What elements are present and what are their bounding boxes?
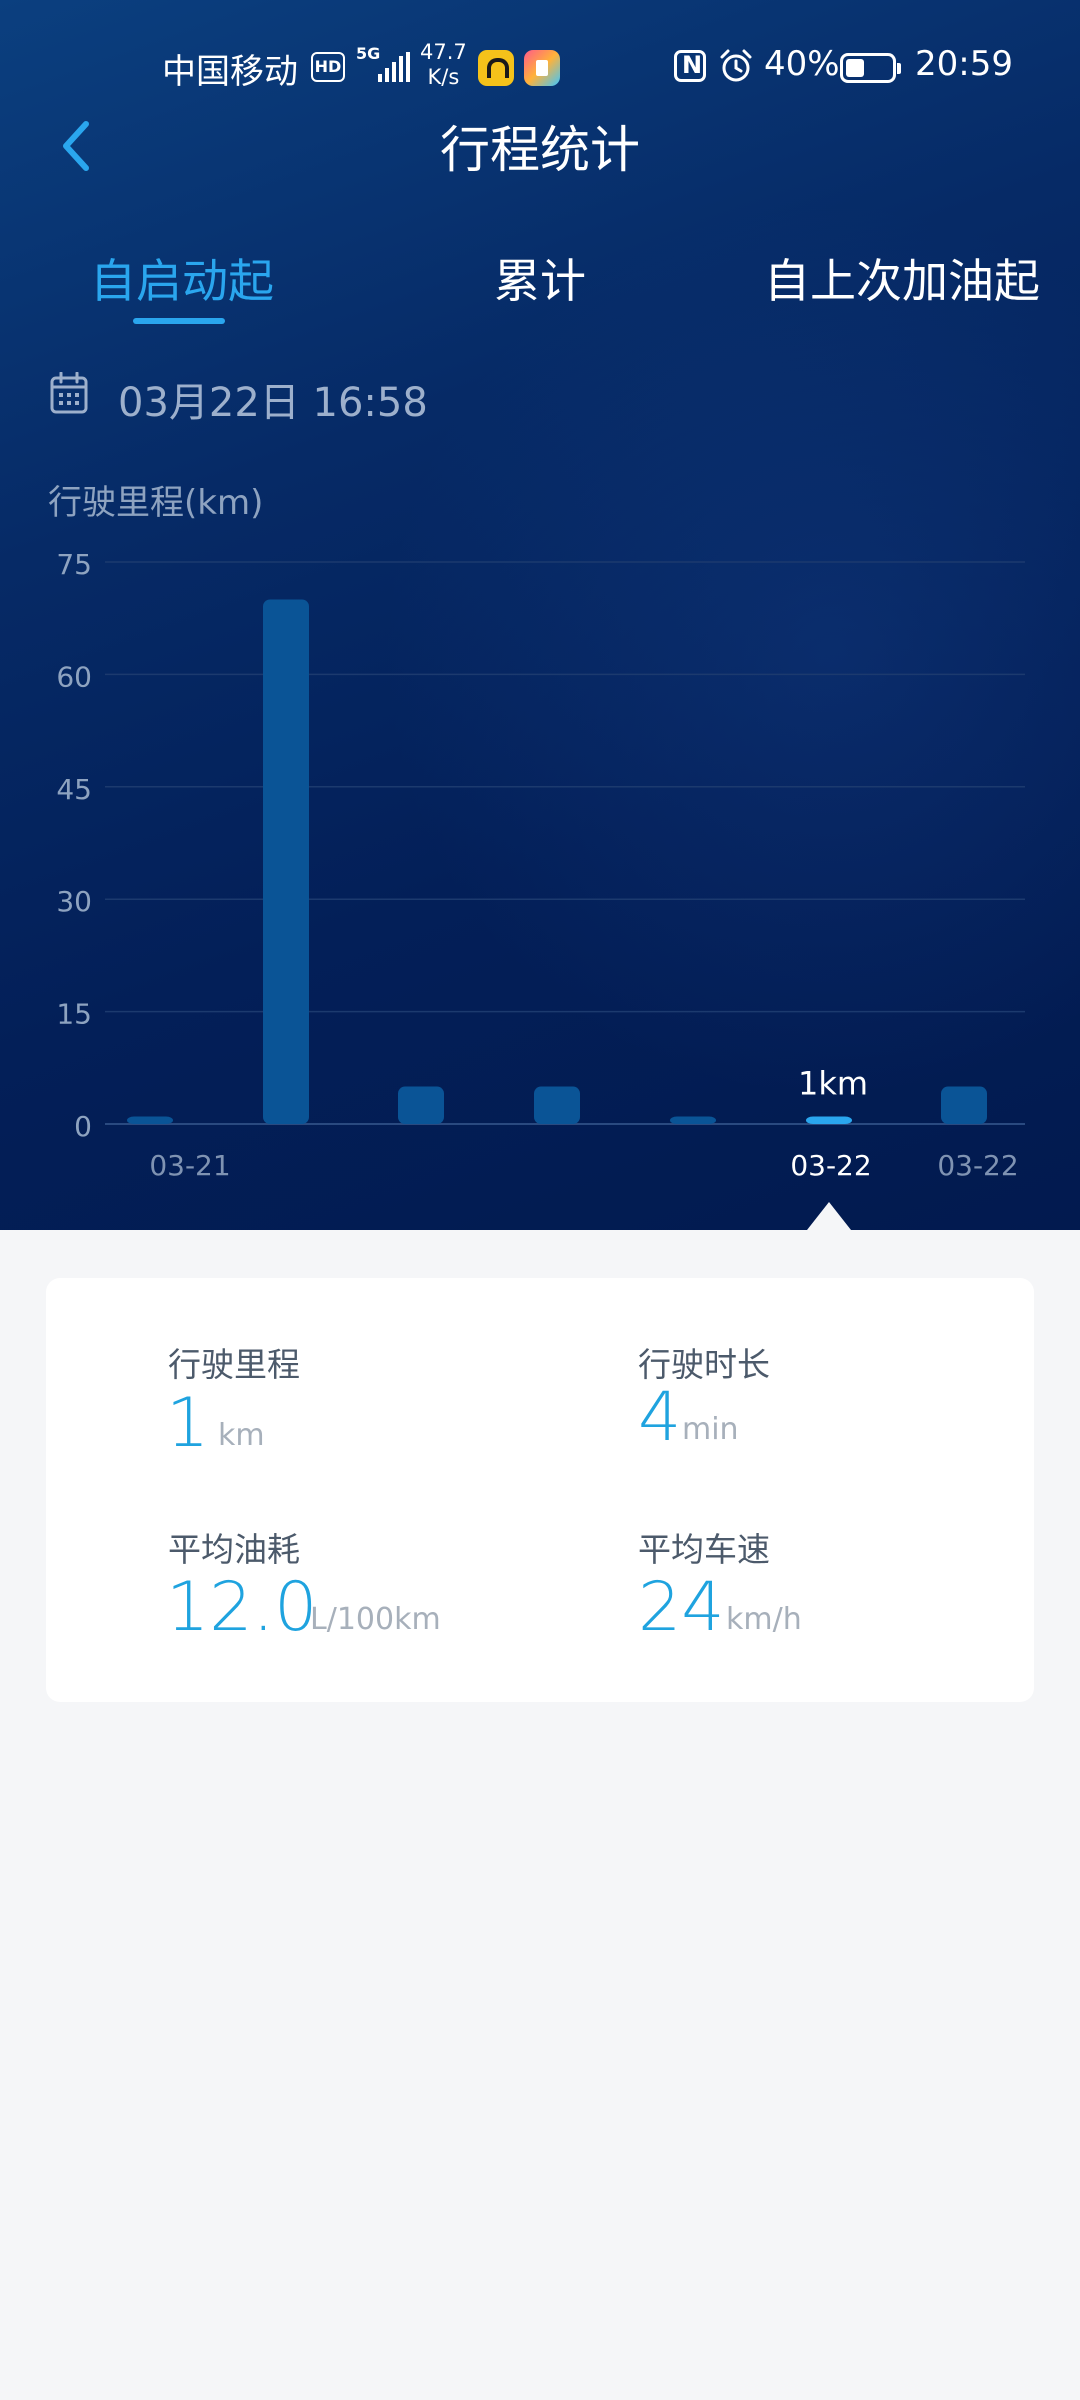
distance-label: 行驶里程 [168, 1345, 300, 1384]
app-notification-icon [478, 50, 514, 86]
hd-icon: HD [311, 52, 345, 82]
network-speed: 47.7 K/s [420, 40, 467, 89]
trip-stats-card: 行驶里程 1 km 行驶时长 4 min 平均油耗 12.0 L/100km 平… [46, 1278, 1034, 1702]
chart-bar[interactable] [534, 1086, 580, 1124]
duration-unit: min [682, 1412, 739, 1447]
tab-since-start[interactable]: 自启动起 [90, 245, 274, 311]
active-tab-indicator [133, 318, 225, 324]
avg-speed-value: 24 [638, 1568, 725, 1647]
fuel-consumption-label: 平均油耗 [168, 1530, 300, 1569]
chart-bar[interactable] [127, 1116, 173, 1124]
chart-bar[interactable] [398, 1086, 444, 1124]
x-tick-label: 03-22 [790, 1149, 871, 1182]
tab-cumulative[interactable]: 累计 [494, 245, 586, 311]
app-notification-icon-2 [524, 50, 560, 86]
selected-bar-value: 1km [798, 1065, 868, 1103]
avg-speed-label: 平均车速 [638, 1530, 770, 1569]
chart-bar[interactable] [670, 1116, 716, 1124]
chart-bar[interactable] [263, 599, 309, 1124]
y-tick-label: 15 [56, 998, 92, 1031]
distance-unit: km [218, 1418, 265, 1453]
distance-value: 1 [166, 1384, 210, 1463]
chart-bar[interactable] [941, 1086, 987, 1124]
y-tick-label: 0 [74, 1110, 92, 1143]
y-tick-label: 60 [56, 660, 92, 693]
chart-bar-selected[interactable] [806, 1116, 852, 1124]
duration-value: 4 [638, 1378, 682, 1457]
y-tick-label: 75 [56, 548, 92, 581]
battery-percent: 40% [764, 44, 840, 84]
chart-bars: 1km [127, 599, 987, 1230]
mileage-bar-chart[interactable]: 0 15 30 45 60 75 1km 03-21 03-22 03-22 [0, 460, 1080, 1230]
tab-since-refuel[interactable]: 自上次加油起 [764, 245, 1040, 311]
clock: 20:59 [915, 44, 1013, 84]
fuel-consumption-value: 12.0 [166, 1568, 318, 1647]
x-tick-label: 03-21 [149, 1149, 230, 1182]
network-type: 5G [356, 44, 381, 63]
page-title: 行程统计 [440, 121, 640, 179]
y-tick-label: 30 [56, 885, 92, 918]
fuel-consumption-unit: L/100km [310, 1602, 441, 1637]
calendar-icon[interactable] [50, 372, 88, 414]
y-tick-label: 45 [56, 773, 92, 806]
chart-x-labels: 03-21 03-22 03-22 [149, 1149, 1018, 1182]
battery-icon [840, 53, 901, 83]
trip-start-date[interactable]: 03月22日 16:58 [118, 370, 428, 428]
carrier-name: 中国移动 [162, 52, 298, 92]
avg-speed-unit: km/h [726, 1602, 802, 1637]
alarm-icon [720, 49, 752, 82]
chart-grid: 0 15 30 45 60 75 [56, 548, 1025, 1143]
signal-icon [378, 52, 410, 82]
selected-pointer [807, 1202, 851, 1230]
x-tick-label: 03-22 [937, 1149, 1018, 1182]
nfc-icon [674, 50, 706, 82]
